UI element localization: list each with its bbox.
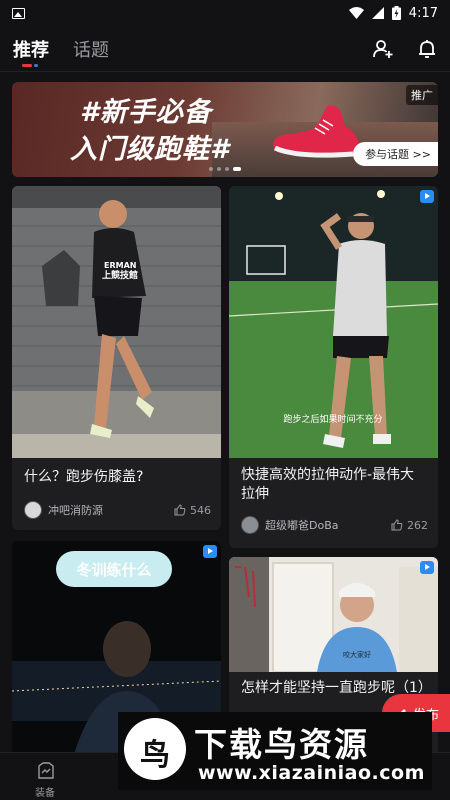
video-subtitle: 跑步之后如果时间不充分 xyxy=(283,413,382,425)
join-topic-button[interactable]: 参与话题 >> xyxy=(353,142,438,166)
card-author[interactable]: 超级嘟爸DoBa xyxy=(265,517,391,533)
status-bar: 4:17 xyxy=(0,0,450,26)
video-play-icon xyxy=(420,561,434,574)
video-play-icon xyxy=(203,545,217,558)
banner-title-line2: 入门级跑鞋# xyxy=(70,134,230,165)
feed-card[interactable]: ERMAN 上競技館 什么？跑步伤膝盖? 冲吧消防源 546 xyxy=(12,186,221,530)
tab-recommend[interactable]: 推荐 xyxy=(13,36,49,62)
like-count-value: 546 xyxy=(190,503,211,517)
banner-pagination xyxy=(12,167,438,171)
card-meta: 超级嘟爸DoBa 262 xyxy=(241,515,428,535)
active-tab-indicator-dot xyxy=(34,64,38,67)
equipment-icon xyxy=(38,762,54,779)
bell-icon[interactable] xyxy=(416,38,438,60)
video-caption: 冬训练什么 xyxy=(76,561,151,579)
add-friend-icon[interactable] xyxy=(372,38,394,60)
nav-label-equipment: 装备 xyxy=(35,788,55,799)
card-author[interactable]: 冲吧消防源 xyxy=(48,502,174,518)
card-title: 什么？跑步伤膝盖? xyxy=(24,469,144,485)
like-count-value: 262 xyxy=(407,518,428,532)
promo-banner[interactable]: #新手必备 入门级跑鞋# 推广 参与话题 >> xyxy=(12,82,438,177)
watermark-logo: 鸟 xyxy=(124,718,186,780)
watermark: 鸟 下载鸟资源 www.xiazainiao.com xyxy=(118,712,432,790)
shirt-text-1: ERMAN xyxy=(104,261,136,270)
card-meta: 冲吧消防源 546 xyxy=(24,500,211,520)
image-notification-icon xyxy=(12,7,25,19)
running-shoe-image xyxy=(273,105,359,158)
card-thumbnail: 跑步之后如果时间不充分 xyxy=(229,186,438,458)
shirt-text-2: 上競技館 xyxy=(102,269,138,281)
signal-icon xyxy=(371,7,384,19)
watermark-title: 下载鸟资源 xyxy=(194,725,369,764)
wifi-icon xyxy=(348,7,364,19)
status-time: 4:17 xyxy=(408,5,438,21)
avatar[interactable] xyxy=(241,516,259,534)
card-thumbnail: ERMAN 上競技館 xyxy=(12,186,221,458)
video-play-icon xyxy=(420,190,434,203)
tab-topic[interactable]: 话题 xyxy=(73,36,109,62)
nav-item-equipment[interactable]: 装备 xyxy=(0,753,90,800)
battery-charging-icon xyxy=(391,6,401,20)
thumbs-up-icon xyxy=(174,504,186,516)
active-tab-indicator xyxy=(22,64,32,67)
ad-label: 推广 xyxy=(406,85,438,105)
banner-title-line1: #新手必备 xyxy=(80,97,212,128)
card-title: 快捷高效的拉伸动作-最伟大拉伸 xyxy=(241,467,415,502)
thumbs-up-icon xyxy=(391,519,403,531)
feed-card[interactable]: 跑步之后如果时间不充分 快捷高效的拉伸动作-最伟大拉伸 超级嘟爸DoBa 262 xyxy=(229,186,438,548)
video-caption: 咬大家好 xyxy=(343,650,371,659)
watermark-url: www.xiazainiao.com xyxy=(198,762,425,784)
like-count[interactable]: 546 xyxy=(174,504,211,517)
top-bar: 推荐 话题 xyxy=(0,26,450,72)
avatar[interactable] xyxy=(24,501,42,519)
card-thumbnail: 咬大家好 xyxy=(229,557,438,672)
like-count[interactable]: 262 xyxy=(391,519,428,532)
watermark-logo-text: 鸟 xyxy=(140,738,170,773)
